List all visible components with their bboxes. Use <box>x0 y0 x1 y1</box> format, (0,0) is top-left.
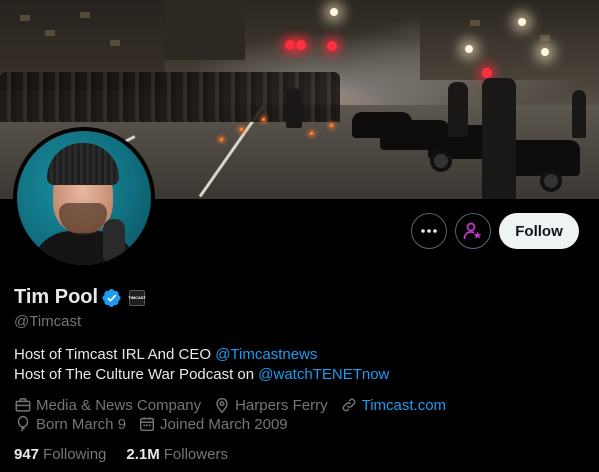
bio-line: Host of Timcast IRL And CEO @Timcastnews <box>14 345 389 365</box>
avatar-beanie <box>47 143 119 185</box>
banner-person <box>482 78 516 199</box>
street-lamp <box>518 18 526 26</box>
banner-person <box>572 90 586 138</box>
followers-count: 2.1M <box>126 446 160 463</box>
banner-building <box>420 0 599 80</box>
affiliate-badge-text: TIMCAST <box>128 295 146 300</box>
fire-ember <box>220 138 223 141</box>
subscribe-button[interactable] <box>455 213 491 249</box>
banner-window <box>110 40 120 46</box>
followers-stat[interactable]: 2.1M Followers <box>126 446 228 463</box>
verified-badge-icon[interactable] <box>102 288 122 308</box>
street-lamp <box>465 45 473 53</box>
follow-button[interactable]: Follow <box>499 213 579 249</box>
street-lamp <box>541 48 549 56</box>
profile-meta-row: Media & News Company Harpers Ferry Timca… <box>14 396 458 414</box>
banner-window <box>80 12 90 18</box>
more-button[interactable] <box>411 213 447 249</box>
fire-ember <box>240 128 243 131</box>
category-item: Media & News Company <box>14 396 201 414</box>
avatar-image <box>17 131 151 265</box>
banner-person <box>448 82 468 137</box>
bio-line: Host of The Culture War Podcast on @watc… <box>14 365 389 385</box>
fire-ember <box>330 124 333 127</box>
joined-text: Joined March 2009 <box>160 415 288 433</box>
banner-window <box>470 20 480 26</box>
mention-link[interactable]: @Timcastnews <box>215 346 317 363</box>
link-icon <box>342 398 355 412</box>
profile-stats: 947 Following 2.1M Followers <box>14 446 228 463</box>
banner-building <box>165 0 245 60</box>
motorcycle-wheel <box>430 150 452 172</box>
location-text: Harpers Ferry <box>235 396 328 414</box>
person-star-icon <box>463 222 482 240</box>
banner-window <box>45 30 55 36</box>
website-link[interactable]: Timcast.com <box>362 397 446 414</box>
profile-avatar[interactable] <box>13 127 155 269</box>
following-stat[interactable]: 947 Following <box>14 446 106 463</box>
affiliate-badge[interactable]: TIMCAST <box>128 289 146 306</box>
category-text: Media & News Company <box>36 396 202 414</box>
bio-text: Host of Timcast IRL And CEO <box>14 346 216 363</box>
following-label: Following <box>43 446 107 463</box>
traffic-light <box>296 40 306 50</box>
website-item[interactable]: Timcast.com <box>340 396 446 414</box>
profile-name-row: Tim Pool TIMCAST <box>14 286 146 309</box>
calendar-icon <box>140 417 155 432</box>
joined-item: Joined March 2009 <box>138 415 288 433</box>
traffic-light <box>327 41 337 51</box>
more-horizontal-icon <box>421 229 437 233</box>
profile-meta-row: Born March 9 Joined March 2009 <box>14 415 300 433</box>
followers-label: Followers <box>163 446 228 463</box>
balloon-icon <box>17 415 29 432</box>
profile-bio: Host of Timcast IRL And CEO @Timcastnews… <box>14 345 389 385</box>
banner-person <box>286 88 302 128</box>
street-lamp <box>330 8 338 16</box>
traffic-light <box>285 40 295 50</box>
traffic-light <box>482 68 492 78</box>
location-item: Harpers Ferry <box>213 396 328 414</box>
motorcycle-wheel <box>540 170 562 192</box>
display-name: Tim Pool <box>14 286 99 308</box>
fire-ember <box>262 118 265 121</box>
avatar-microphone <box>103 219 125 265</box>
bio-text: Host of The Culture War Podcast on <box>14 366 259 383</box>
following-count: 947 <box>14 446 40 463</box>
location-pin-icon <box>216 398 228 414</box>
fire-ember <box>310 132 313 135</box>
banner-window <box>20 15 30 21</box>
banner-window <box>540 35 550 41</box>
profile-handle: @Timcast <box>14 313 82 330</box>
briefcase-icon <box>15 398 31 412</box>
mention-link[interactable]: @watchTENETnow <box>258 366 389 383</box>
birthday-text: Born March 9 <box>36 415 127 433</box>
birthday-item: Born March 9 <box>14 415 126 433</box>
